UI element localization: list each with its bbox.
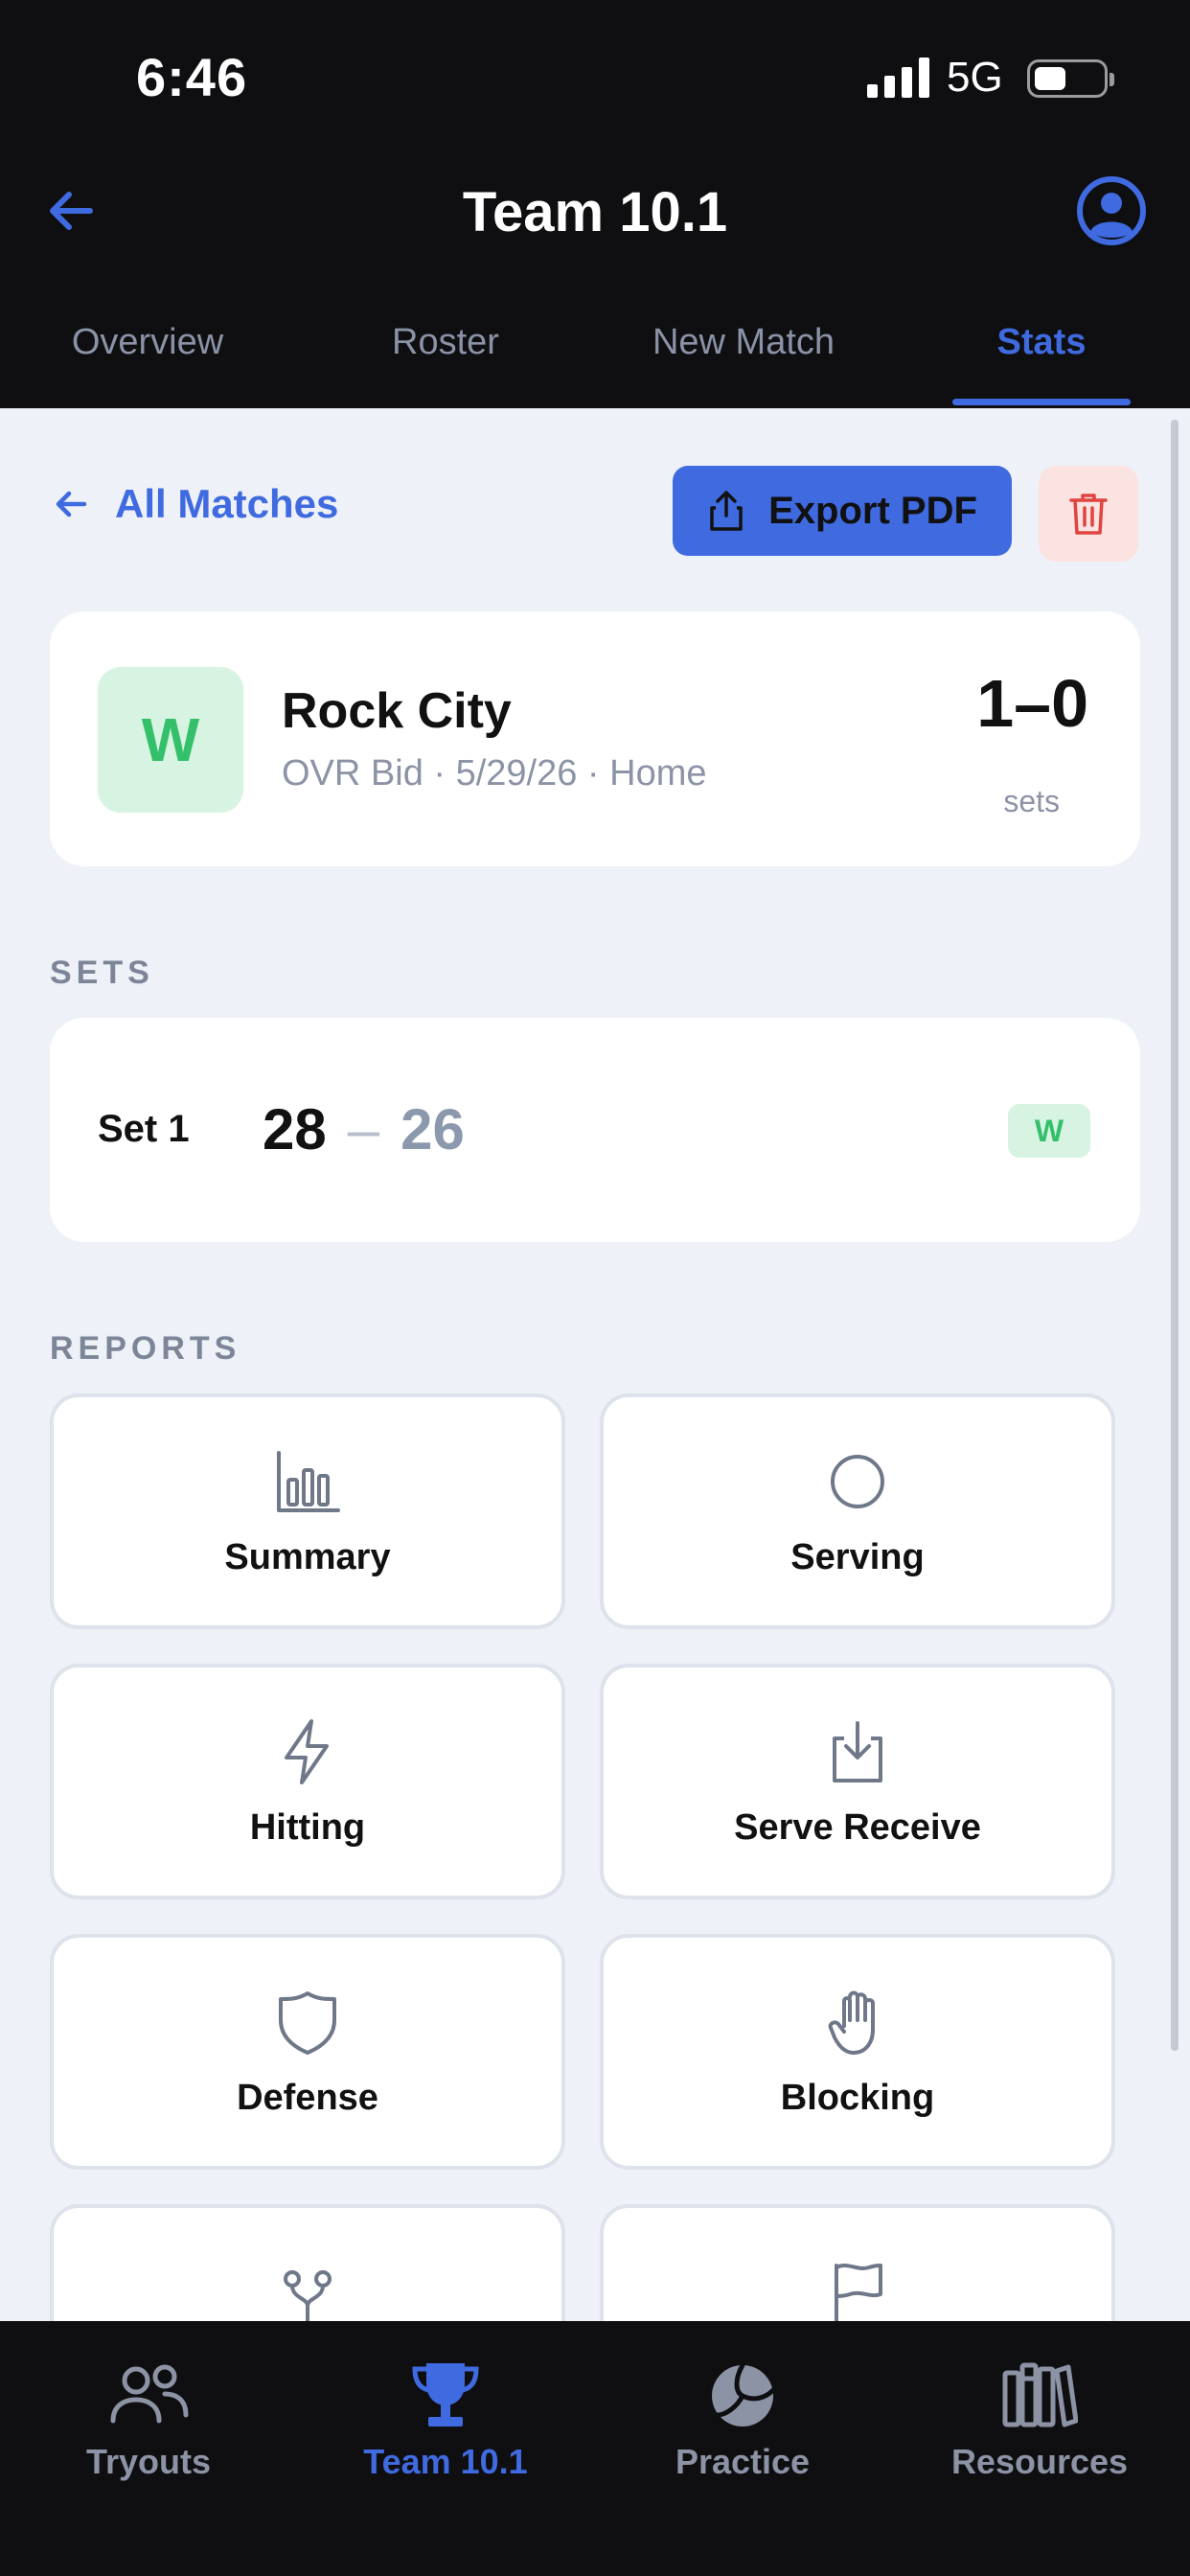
tab-bar: Overview Roster New Match Stats: [0, 297, 1190, 408]
set-score-ours: 28: [263, 1097, 327, 1162]
books-icon: [1002, 2362, 1078, 2427]
set-label: Set 1: [98, 1108, 190, 1150]
report-defense[interactable]: Defense: [50, 1934, 565, 2170]
reports-section-title: REPORTS: [50, 1330, 241, 1367]
report-serving[interactable]: Serving: [600, 1393, 1115, 1629]
people-icon: [110, 2364, 189, 2424]
bottom-nav-resources[interactable]: Resources: [891, 2340, 1188, 2484]
report-label: Hitting: [249, 1807, 366, 1848]
set-result-badge: W: [1008, 1104, 1090, 1158]
flag-icon: [835, 2264, 882, 2327]
report-blocking[interactable]: Blocking: [600, 1934, 1115, 2170]
actions-row: All Matches Export PDF: [0, 464, 1190, 562]
report-label: Summary: [224, 1537, 391, 1577]
match-card: W Rock City OVR Bid · 5/29/26 · Home 1–0…: [50, 611, 1140, 866]
share-icon: [710, 491, 743, 531]
export-pdf-button[interactable]: Export PDF: [673, 466, 1012, 556]
all-matches-link[interactable]: All Matches: [52, 481, 338, 527]
download-tray-icon: [833, 1721, 882, 1782]
battery-icon: [1027, 59, 1114, 98]
page-title: Team 10.1: [462, 181, 728, 243]
status-bar: 6:46 5G: [0, 0, 1190, 153]
cellular-signal-icon: [867, 58, 929, 98]
tab-new-match[interactable]: New Match: [600, 322, 887, 363]
set-score-theirs: 26: [400, 1097, 465, 1162]
hand-icon: [828, 1990, 875, 2055]
sets-section-title: SETS: [50, 954, 154, 991]
tab-stats[interactable]: Stats: [898, 322, 1185, 363]
trophy-icon: [412, 2363, 479, 2426]
active-tab-indicator: [952, 399, 1131, 405]
match-score: 1–0: [976, 666, 1088, 741]
report-label: Blocking: [780, 2078, 935, 2118]
profile-icon[interactable]: [1075, 174, 1148, 247]
report-label: Serve Receive: [734, 1807, 981, 1848]
volleyball-icon: [712, 2362, 776, 2426]
bottom-nav-label: Practice: [675, 2442, 811, 2481]
bottom-nav-team[interactable]: Team 10.1: [297, 2340, 594, 2484]
report-label: Serving: [790, 1537, 925, 1577]
report-hitting[interactable]: Hitting: [50, 1664, 565, 1899]
status-time: 6:46: [136, 47, 248, 107]
top-header: 6:46 5G Team 10.1 Overview Roster New Ma…: [0, 0, 1190, 408]
navbar: Team 10.1: [0, 153, 1190, 268]
report-summary[interactable]: Summary: [50, 1393, 565, 1629]
bottom-nav-label: Team 10.1: [363, 2442, 528, 2481]
network-type: 5G: [947, 54, 1003, 101]
export-pdf-label: Export PDF: [768, 489, 977, 532]
trash-icon: [1069, 494, 1108, 535]
bottom-nav-tryouts[interactable]: Tryouts: [0, 2340, 297, 2484]
match-result-badge: W: [98, 667, 243, 813]
match-meta: OVR Bid · 5/29/26 · Home: [282, 753, 707, 794]
match-score-unit: sets: [1003, 784, 1060, 818]
delete-button[interactable]: [1039, 466, 1138, 562]
bottom-nav-practice[interactable]: Practice: [594, 2340, 891, 2484]
lightning-icon: [285, 1719, 329, 1784]
report-serve-receive[interactable]: Serve Receive: [600, 1664, 1115, 1899]
set-score: 28 – 26: [263, 1096, 465, 1162]
tab-roster[interactable]: Roster: [302, 322, 589, 363]
opponent-name: Rock City: [282, 683, 512, 739]
scrollbar[interactable]: [1171, 420, 1179, 2051]
back-arrow-small-icon: [56, 491, 87, 518]
branch-icon: [284, 2270, 332, 2327]
set-card[interactable]: Set 1 28 – 26 W: [50, 1018, 1140, 1242]
bottom-nav-label: Tryouts: [85, 2442, 212, 2481]
set-score-separator: –: [347, 1097, 380, 1162]
bar-chart-icon: [277, 1451, 340, 1512]
tab-overview[interactable]: Overview: [4, 322, 291, 363]
bottom-nav: Tryouts Team 10.1 Practice Resources: [0, 2321, 1190, 2576]
shield-icon: [279, 1991, 336, 2055]
bottom-nav-label: Resources: [950, 2442, 1129, 2481]
report-label: Defense: [237, 2078, 378, 2118]
circle-icon: [831, 1455, 884, 1508]
all-matches-label: All Matches: [115, 481, 339, 526]
